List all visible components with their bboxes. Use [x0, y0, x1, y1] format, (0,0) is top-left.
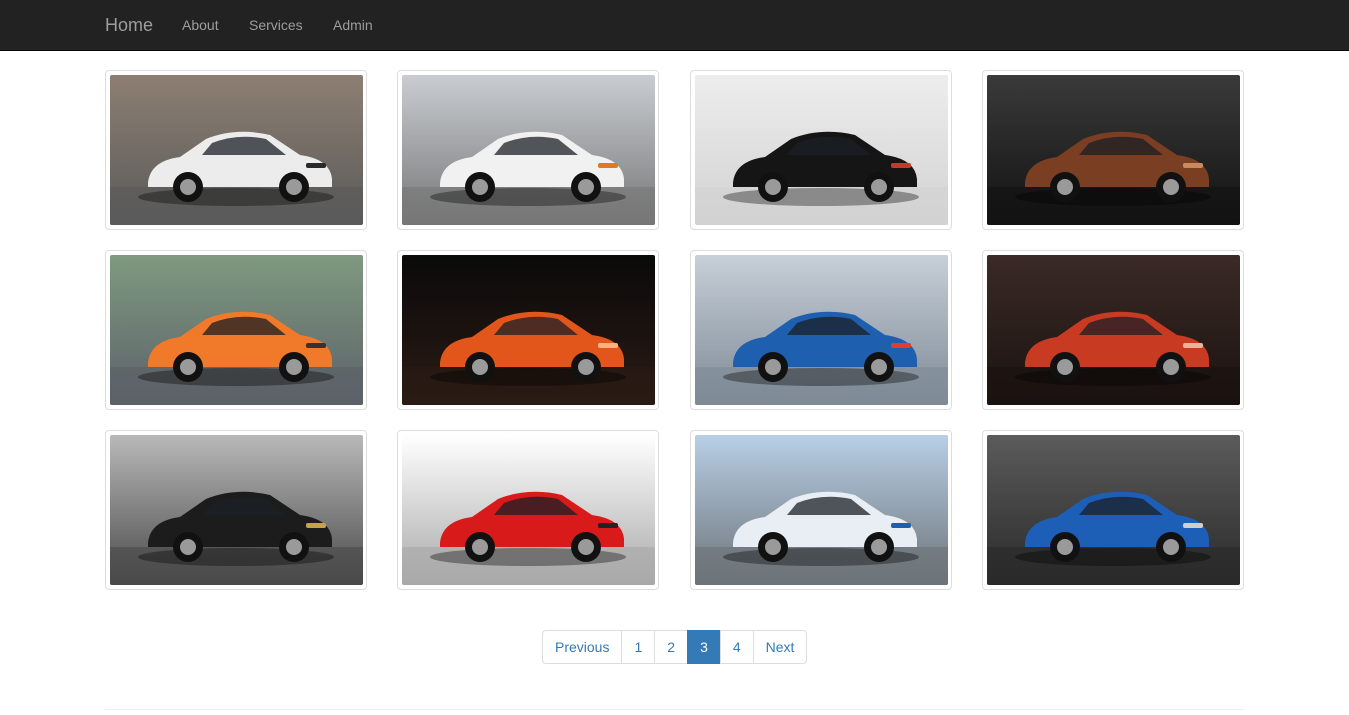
top-navbar: Home About Services Admin — [0, 0, 1349, 51]
car-gallery-grid — [105, 70, 1245, 590]
car-image — [987, 255, 1240, 405]
car-thumbnail[interactable] — [982, 70, 1244, 230]
car-thumbnail[interactable] — [105, 430, 367, 590]
pagination-page-4[interactable]: 4 — [719, 630, 754, 664]
car-image — [695, 75, 948, 225]
pagination: Previous 1 2 3 4 Next — [542, 630, 808, 664]
car-thumbnail[interactable] — [105, 250, 367, 410]
pagination-page-2[interactable]: 2 — [654, 630, 689, 664]
car-image — [110, 255, 363, 405]
car-thumbnail[interactable] — [105, 70, 367, 230]
pagination-previous-button[interactable]: Previous — [542, 630, 623, 664]
car-image — [402, 75, 655, 225]
nav-link-admin[interactable]: Admin — [333, 0, 373, 50]
car-image — [695, 435, 948, 585]
car-image — [402, 255, 655, 405]
car-thumbnail[interactable] — [982, 430, 1244, 590]
pagination-next-button[interactable]: Next — [752, 630, 808, 664]
car-thumbnail[interactable] — [397, 70, 659, 230]
nav-brand-home[interactable]: Home — [105, 0, 153, 50]
car-thumbnail[interactable] — [690, 430, 952, 590]
car-thumbnail[interactable] — [397, 430, 659, 590]
nav-link-services[interactable]: Services — [249, 0, 303, 50]
car-image — [987, 75, 1240, 225]
car-thumbnail[interactable] — [690, 250, 952, 410]
pagination-page-1[interactable]: 1 — [621, 630, 656, 664]
car-thumbnail[interactable] — [397, 250, 659, 410]
pagination-page-3[interactable]: 3 — [687, 630, 721, 664]
footer-divider — [105, 709, 1245, 710]
car-image — [695, 255, 948, 405]
car-image — [110, 75, 363, 225]
car-image — [110, 435, 363, 585]
car-thumbnail[interactable] — [690, 70, 952, 230]
car-image — [987, 435, 1240, 585]
car-thumbnail[interactable] — [982, 250, 1244, 410]
car-image — [402, 435, 655, 585]
nav-link-about[interactable]: About — [182, 0, 219, 50]
